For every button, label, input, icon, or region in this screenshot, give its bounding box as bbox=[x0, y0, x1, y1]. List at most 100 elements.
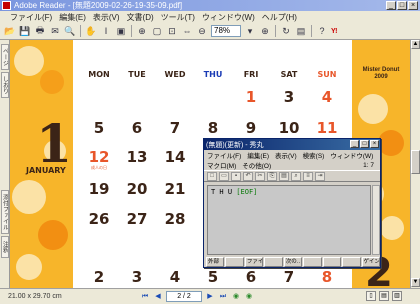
go-forward-icon[interactable]: ◉ bbox=[244, 292, 254, 302]
menu-view[interactable]: 表示(V) bbox=[93, 12, 120, 23]
hand-tool-icon[interactable]: ✋ bbox=[85, 25, 97, 37]
first-page-icon[interactable]: ⏮ bbox=[140, 292, 150, 302]
scrollbar-thumb[interactable] bbox=[411, 150, 420, 174]
copy-icon[interactable]: ⎘ bbox=[267, 171, 277, 181]
calendar-day: 7 bbox=[169, 119, 181, 137]
menu-document[interactable]: 文書(D) bbox=[127, 12, 154, 23]
help-icon[interactable]: ? bbox=[316, 25, 328, 37]
paste-icon[interactable]: ▤ bbox=[279, 171, 289, 181]
menu-help[interactable]: ヘルプ(H) bbox=[262, 12, 297, 23]
scroll-down-icon[interactable]: ▼ bbox=[411, 278, 420, 287]
fkey-button[interactable] bbox=[264, 257, 283, 267]
grep-icon[interactable]: ≡ bbox=[303, 171, 313, 181]
page-number-input[interactable]: 2 / 2 bbox=[166, 291, 202, 302]
editor-text-area[interactable]: T H U [EOF] bbox=[207, 185, 371, 255]
page-size-label: 21.00 x 29.70 cm bbox=[8, 293, 62, 300]
save-icon[interactable]: ▪ bbox=[231, 171, 241, 181]
zoom-plus-icon[interactable]: ⊕ bbox=[259, 25, 271, 37]
calendar-week-row: 2 3 4 5 6 7 8 bbox=[80, 268, 352, 288]
menu-tools[interactable]: ツール(T) bbox=[161, 12, 195, 23]
continuous-icon[interactable]: ▤ bbox=[379, 291, 389, 301]
editor-close-button[interactable]: × bbox=[370, 140, 379, 148]
fkey-button[interactable]: ファイル bbox=[244, 257, 264, 267]
jump-icon[interactable]: ⇥ bbox=[315, 171, 325, 181]
brand-year: 2009 bbox=[374, 74, 388, 80]
fit-page-icon[interactable]: ⊡ bbox=[166, 25, 178, 37]
tab-comments[interactable]: 注釈 bbox=[1, 236, 9, 258]
editor-menu-window[interactable]: ウィンドウ(W) bbox=[330, 150, 373, 160]
calendar-day: 14 bbox=[164, 148, 186, 166]
fkey-button[interactable] bbox=[342, 257, 361, 267]
editor-toolbar: □ ▭ ▪ ↶ ✂ ⎘ ▤ ⌕ ≡ ⇥ bbox=[204, 170, 380, 182]
fkey-button[interactable]: 外部 bbox=[206, 257, 225, 267]
last-page-icon[interactable]: ⏭ bbox=[218, 292, 228, 302]
fkey-button[interactable] bbox=[322, 257, 342, 267]
fit-width-icon[interactable]: ⇔ bbox=[181, 25, 193, 37]
print-icon[interactable]: 🖶 bbox=[34, 25, 46, 37]
find-icon[interactable]: ⌕ bbox=[291, 171, 301, 181]
open-icon[interactable]: ▭ bbox=[219, 171, 229, 181]
chevron-down-icon[interactable]: ▾ bbox=[244, 25, 256, 37]
editor-maximize-button[interactable]: □ bbox=[360, 140, 369, 148]
tab-pages[interactable]: ページ bbox=[1, 44, 9, 70]
editor-menu-macro[interactable]: マクロ(M) bbox=[207, 160, 236, 170]
single-page-icon[interactable]: ▯ bbox=[366, 291, 376, 301]
window-titlebar: Adobe Reader - [無題2009-02-26-19-35-09.pd… bbox=[0, 0, 420, 11]
fkey-button[interactable] bbox=[225, 257, 244, 267]
close-button[interactable]: × bbox=[408, 1, 418, 10]
editor-minimize-button[interactable]: _ bbox=[350, 140, 359, 148]
editor-titlebar[interactable]: (無題)(更新) - 秀丸 _ □ × bbox=[204, 139, 380, 150]
holiday-label: 成人の日 bbox=[91, 165, 107, 170]
scroll-up-icon[interactable]: ▲ bbox=[411, 40, 420, 49]
calendar-day: 19 bbox=[88, 180, 110, 198]
actual-size-icon[interactable]: ▢ bbox=[151, 25, 163, 37]
rotate-icon[interactable]: ↻ bbox=[280, 25, 292, 37]
snapshot-icon[interactable]: ▣ bbox=[115, 25, 127, 37]
zoom-in-icon[interactable]: ⊕ bbox=[136, 25, 148, 37]
editor-line-text: T H U bbox=[211, 188, 237, 196]
editor-menu-view[interactable]: 表示(V) bbox=[275, 150, 297, 160]
page-layout-icon[interactable]: ▤ bbox=[295, 25, 307, 37]
adobe-reader-icon bbox=[2, 1, 11, 10]
select-text-icon[interactable]: I bbox=[100, 25, 112, 37]
menu-bar: ファイル(F) 編集(E) 表示(V) 文書(D) ツール(T) ウィンドウ(W… bbox=[0, 11, 420, 23]
search-icon[interactable]: 🔍 bbox=[64, 25, 76, 37]
editor-menu-file[interactable]: ファイル(F) bbox=[207, 150, 241, 160]
editor-menu-search[interactable]: 検索(S) bbox=[303, 150, 325, 160]
fkey-button[interactable] bbox=[303, 257, 322, 267]
go-back-icon[interactable]: ◉ bbox=[231, 292, 241, 302]
vertical-scrollbar[interactable]: ▲ ▼ bbox=[410, 40, 420, 288]
minimize-button[interactable]: _ bbox=[386, 1, 396, 10]
undo-icon[interactable]: ↶ bbox=[243, 171, 253, 181]
menu-file[interactable]: ファイル(F) bbox=[10, 12, 52, 23]
calendar-day: 3 bbox=[283, 88, 295, 106]
calendar-day: 28 bbox=[164, 210, 186, 228]
calendar-day: 26 bbox=[88, 210, 110, 228]
fkey-button[interactable]: 次の… bbox=[283, 257, 303, 267]
navigation-pane-tabs: ページ しおり 添付ファイル 注釈 bbox=[0, 40, 10, 288]
tab-attachments[interactable]: 添付ファイル bbox=[1, 190, 9, 234]
editor-menu-bar: ファイル(F) 編集(E) 表示(V) 検索(S) ウィンドウ(W) bbox=[204, 150, 380, 160]
maximize-button[interactable]: □ bbox=[397, 1, 407, 10]
save-icon[interactable]: 💾 bbox=[19, 25, 31, 37]
yahoo-logo[interactable]: Y! bbox=[331, 28, 338, 35]
fkey-button[interactable]: ゲイン bbox=[361, 257, 380, 267]
zoom-out-icon[interactable]: ⊖ bbox=[196, 25, 208, 37]
editor-menu-other[interactable]: その他(O) bbox=[242, 160, 271, 170]
tab-bookmarks[interactable]: しおり bbox=[1, 72, 9, 98]
next-page-icon[interactable]: ▶ bbox=[205, 292, 215, 302]
new-file-icon[interactable]: □ bbox=[207, 171, 217, 181]
menu-window[interactable]: ウィンドウ(W) bbox=[202, 12, 255, 23]
brand-logo: Mister Donut 2009 bbox=[355, 67, 407, 81]
calendar-day: 4 bbox=[321, 88, 333, 106]
editor-menu-edit[interactable]: 編集(E) bbox=[247, 150, 269, 160]
editor-scrollbar[interactable] bbox=[372, 185, 380, 255]
facing-icon[interactable]: ▥ bbox=[392, 291, 402, 301]
open-icon[interactable]: 📂 bbox=[4, 25, 16, 37]
menu-edit[interactable]: 編集(E) bbox=[59, 12, 86, 23]
zoom-input[interactable]: 78% bbox=[211, 25, 241, 37]
editor-window[interactable]: (無題)(更新) - 秀丸 _ □ × ファイル(F) 編集(E) 表示(V) … bbox=[203, 138, 381, 268]
cut-icon[interactable]: ✂ bbox=[255, 171, 265, 181]
email-icon[interactable]: ✉ bbox=[49, 25, 61, 37]
previous-page-icon[interactable]: ◀ bbox=[153, 292, 163, 302]
